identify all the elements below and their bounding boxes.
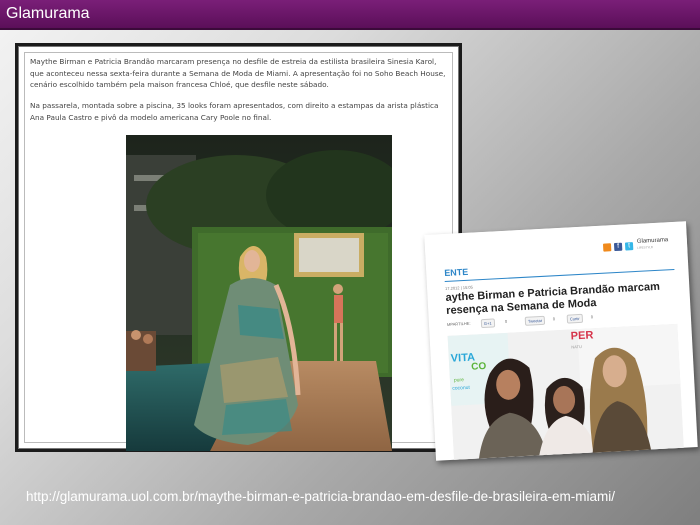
clipping-headline: aythe Birman e Patricia Brandão marcam r… [445,280,661,317]
facebook-icon: f [613,242,623,252]
clipping-section: ENTE [444,266,469,279]
title-bar: Glamurama [0,0,700,30]
tweet-count: 0 [552,316,556,322]
twitter-icon: t [624,242,634,251]
banner-text-4: coconut [452,384,470,392]
banner-text-3: pure [453,377,465,384]
runway-illustration [126,135,392,451]
article-screenshot: Maythe Birman e Patricia Brandão marcara… [15,43,462,452]
gplus-count: 0 [504,318,508,324]
runway-photo [126,135,392,451]
source-url[interactable]: http://glamurama.uol.com.br/maythe-birma… [26,488,676,505]
like-count: 0 [590,314,594,320]
share-label: MPARTILHE: [446,320,471,327]
like-button[interactable]: Curtir [566,313,583,324]
event-illustration [447,323,685,461]
article-paragraph-2: Na passarela, montada sobre a piscina, 3… [30,101,439,122]
gplus-button[interactable]: G+1 [480,318,495,329]
news-clipping: f t Glamurama LIFESTYLE ENTE 17.2012 | 1… [424,221,698,461]
clipping-brand-sub: LIFESTYLE [637,245,654,250]
banner-text-6: NATU [571,343,583,350]
banner-text-5: PER [570,329,594,343]
rss-icon [602,243,612,252]
section-underline [444,268,675,283]
article-paragraph-1: Maythe Birman e Patricia Brandão marcara… [30,57,446,89]
window-title: Glamurama [6,5,90,22]
clipping-header: f t Glamurama LIFESTYLE [424,221,688,265]
banner-text-2: CO [470,360,487,373]
tweet-button[interactable]: Tweetar [524,315,546,326]
event-photo: VITA CO pure coconut PER NATU [447,323,685,461]
clipping-brand: Glamurama [636,237,669,245]
